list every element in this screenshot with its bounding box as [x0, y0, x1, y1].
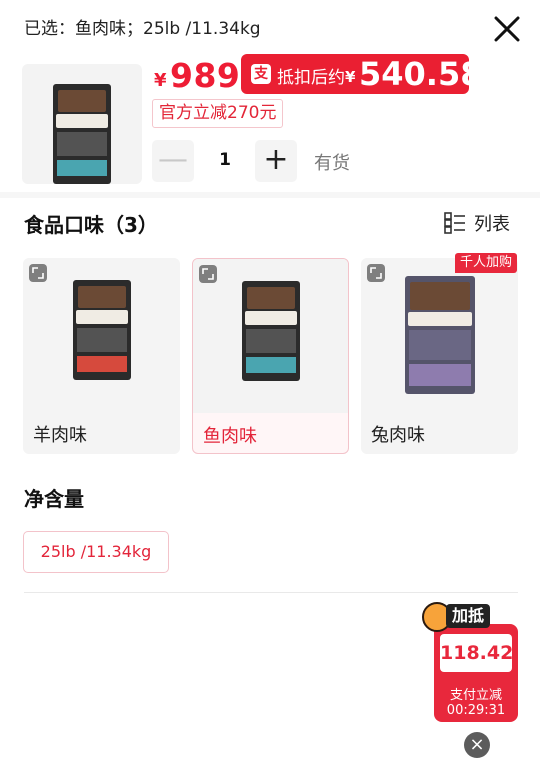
list-view-label: 列表	[474, 214, 510, 235]
promo-amount-box: 118.42元	[440, 634, 518, 672]
weight-section-title: 净含量	[24, 487, 84, 511]
weight-option[interactable]: 25lb /11.34kg	[23, 531, 169, 573]
product-bag-image	[241, 281, 300, 381]
promo-close-button[interactable]: ×	[464, 732, 490, 758]
product-bag-image	[53, 84, 111, 184]
stock-status: 有货	[314, 153, 350, 174]
promo-countdown: 00:29:31	[446, 703, 506, 718]
promo-text: 支付立减	[449, 688, 502, 703]
price-currency: ¥	[154, 70, 167, 91]
discount-tag: 官方立减270元	[152, 99, 284, 128]
flavor-section-title: 食品口味（3）	[24, 213, 158, 237]
price-value: 989	[170, 56, 241, 95]
increase-quantity-button[interactable]: +	[255, 140, 297, 182]
expand-icon[interactable]	[199, 265, 217, 283]
flavor-label: 羊肉味	[33, 425, 87, 446]
flavor-option-rabbit[interactable]: 兔肉味	[361, 258, 518, 454]
promo-tag: 加抵	[446, 604, 491, 628]
flavor-label: 鱼肉味	[203, 426, 257, 447]
deal-price: 540.58	[359, 55, 483, 93]
alipay-icon: 支	[251, 64, 271, 84]
expand-icon[interactable]	[367, 264, 385, 282]
product-bag-image	[404, 276, 475, 394]
selected-summary: 已选：鱼肉味；25lb /11.34kg	[24, 19, 261, 39]
flavor-option-fish[interactable]: 鱼肉味	[192, 258, 349, 454]
popular-badge: 千人加购	[455, 253, 518, 273]
close-button[interactable]	[490, 12, 524, 46]
promo-card: 118.42元 支付立减 00:29:31	[434, 624, 518, 722]
promo-amount-unit: 元	[513, 649, 518, 662]
deal-currency: ¥	[345, 68, 356, 86]
expand-icon[interactable]	[29, 264, 47, 282]
list-view-icon	[444, 212, 465, 234]
deal-label: 抵扣后约	[277, 68, 345, 88]
payment-discount-widget[interactable]: 118.42元 支付立减 00:29:31 加抵	[420, 602, 522, 726]
product-bag-image	[72, 280, 131, 380]
divider	[24, 592, 518, 593]
quantity-value[interactable]: 1	[210, 150, 240, 170]
section-divider	[0, 192, 540, 198]
promo-amount: 118.42	[440, 642, 514, 664]
product-thumbnail[interactable]	[22, 64, 142, 184]
flavor-label: 兔肉味	[371, 425, 425, 446]
flavor-option-lamb[interactable]: 羊肉味	[23, 258, 180, 454]
deal-price-badge: 支 抵扣后约 ¥ 540.58	[241, 54, 482, 94]
decrease-quantity-button[interactable]: —	[152, 140, 194, 182]
close-icon	[494, 16, 520, 42]
